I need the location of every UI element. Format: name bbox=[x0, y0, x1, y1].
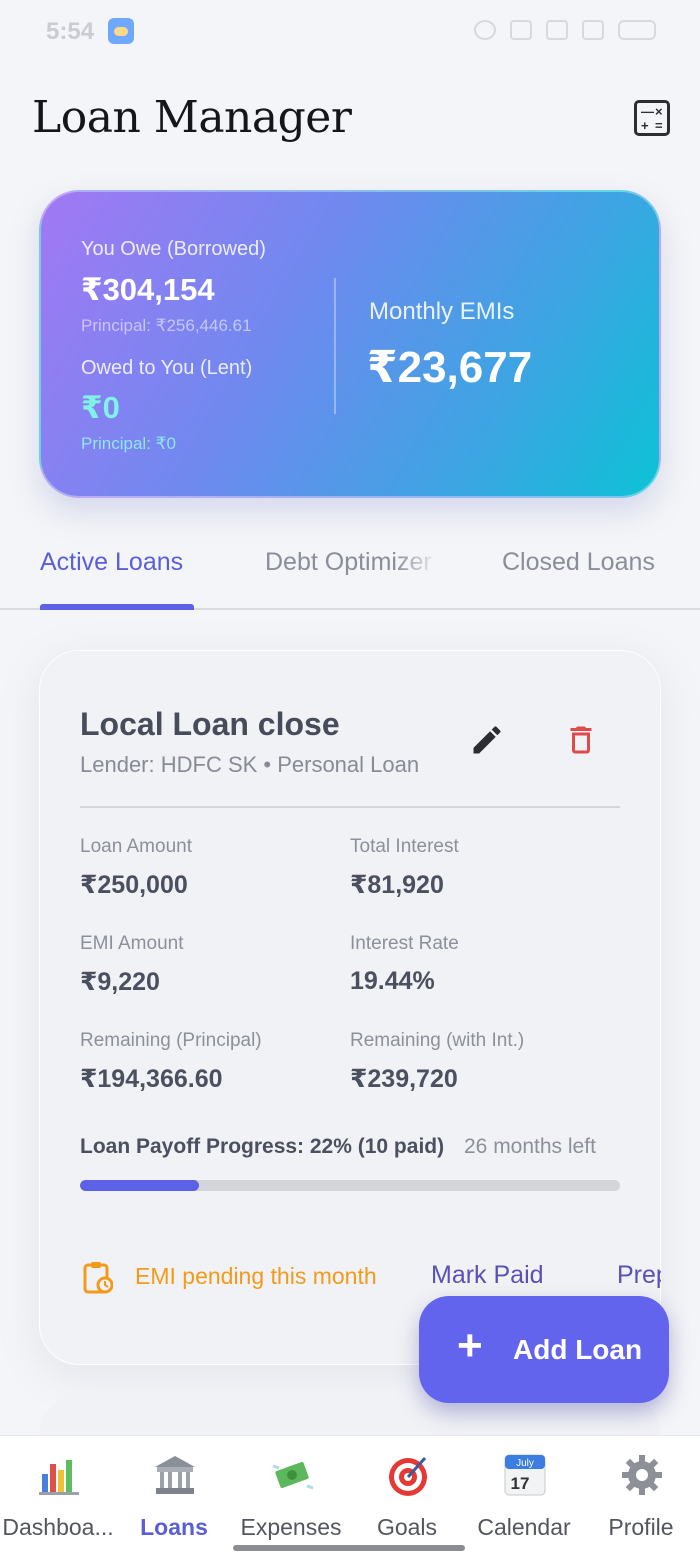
svg-text:17: 17 bbox=[511, 1474, 530, 1493]
bar-chart-icon bbox=[36, 1452, 82, 1498]
nav-calendar[interactable]: July 17 Calendar bbox=[466, 1436, 582, 1556]
emi-amount-label: EMI Amount bbox=[80, 933, 184, 954]
home-indicator bbox=[233, 1545, 465, 1551]
interest-rate-value: 19.44% bbox=[350, 967, 435, 995]
loan-card[interactable]: Local Loan close Lender: HDFC SK • Perso… bbox=[39, 650, 661, 1365]
nav-label-goals: Goals bbox=[376, 1514, 438, 1540]
monthly-emi-label: Monthly EMIs bbox=[369, 298, 515, 325]
lent-principal: Principal: ₹0 bbox=[81, 434, 176, 453]
bottom-nav: Dashboa... Loans Expenses Goals July 17 … bbox=[0, 1435, 700, 1556]
tab-bar: Active Loans Debt Optimizer Closed Loans bbox=[0, 530, 700, 610]
svg-text:July: July bbox=[516, 1458, 534, 1469]
payoff-progress-fill bbox=[80, 1180, 199, 1191]
lent-value: ₹0 bbox=[81, 390, 120, 425]
interest-rate-label: Interest Rate bbox=[350, 933, 459, 954]
calculator-icon[interactable]: — × + = bbox=[634, 100, 670, 136]
weather-icon bbox=[108, 18, 134, 44]
prepay-button[interactable]: Prepay bbox=[617, 1261, 661, 1290]
summary-card: You Owe (Borrowed) ₹304,154 Principal: ₹… bbox=[39, 190, 661, 498]
nav-label-profile: Profile bbox=[608, 1514, 674, 1540]
network-icon bbox=[546, 20, 568, 40]
summary-divider bbox=[334, 278, 336, 414]
loan-title: Local Loan close bbox=[80, 706, 340, 742]
progress-label: Loan Payoff Progress: 22% (10 paid) bbox=[80, 1135, 445, 1158]
months-left: 26 months left bbox=[464, 1135, 596, 1158]
nav-goals[interactable]: Goals bbox=[349, 1436, 465, 1556]
status-time: 5:54 bbox=[46, 18, 95, 45]
target-icon bbox=[385, 1452, 431, 1498]
add-loan-label: Add Loan bbox=[513, 1334, 643, 1365]
loan-amount-label: Loan Amount bbox=[80, 836, 192, 857]
tab-indicator bbox=[40, 604, 194, 610]
bank-icon bbox=[152, 1452, 198, 1498]
lent-label: Owed to You (Lent) bbox=[81, 357, 253, 379]
emi-pending-text: EMI pending this month bbox=[135, 1263, 377, 1289]
nav-loans[interactable]: Loans bbox=[116, 1436, 232, 1556]
status-bar: 5:54 bbox=[0, 0, 700, 62]
nav-profile[interactable]: Profile bbox=[583, 1436, 699, 1556]
plus-icon: + bbox=[457, 1321, 483, 1370]
page-title: Loan Manager bbox=[32, 92, 352, 143]
remaining-principal-label: Remaining (Principal) bbox=[80, 1030, 262, 1051]
nav-label-dashboard: Dashboa... bbox=[2, 1514, 114, 1540]
nav-label-expenses: Expenses bbox=[240, 1514, 342, 1540]
monthly-emi-value: ₹23,677 bbox=[367, 343, 533, 392]
money-icon bbox=[269, 1452, 315, 1498]
remaining-principal-value: ₹194,366.60 bbox=[80, 1065, 223, 1093]
nav-label-loans: Loans bbox=[140, 1514, 208, 1540]
edit-icon[interactable] bbox=[469, 722, 505, 758]
total-interest-label: Total Interest bbox=[350, 836, 459, 857]
total-interest-value: ₹81,920 bbox=[350, 871, 444, 899]
mark-paid-button[interactable]: Mark Paid bbox=[431, 1261, 544, 1290]
alarm-icon bbox=[474, 20, 496, 40]
nav-label-calendar: Calendar bbox=[477, 1514, 571, 1540]
borrowed-value: ₹304,154 bbox=[81, 272, 215, 307]
remaining-with-interest-value: ₹239,720 bbox=[350, 1065, 458, 1093]
tab-active-loans[interactable]: Active Loans bbox=[40, 548, 183, 577]
signal-icon bbox=[510, 20, 532, 40]
calendar-icon: July 17 bbox=[502, 1452, 548, 1498]
tab-fade bbox=[395, 544, 440, 584]
loan-subtitle: Lender: HDFC SK • Personal Loan bbox=[80, 752, 420, 777]
signal-bars-icon bbox=[582, 20, 604, 40]
payoff-progress-bar bbox=[80, 1180, 620, 1191]
clipboard-clock-icon bbox=[83, 1260, 114, 1294]
battery-icon bbox=[618, 20, 656, 40]
nav-dashboard[interactable]: Dashboa... bbox=[0, 1436, 116, 1556]
emi-amount-value: ₹9,220 bbox=[80, 968, 160, 996]
delete-icon[interactable] bbox=[563, 722, 599, 758]
status-icons bbox=[474, 20, 656, 40]
remaining-with-interest-label: Remaining (with Int.) bbox=[350, 1030, 525, 1051]
borrowed-label: You Owe (Borrowed) bbox=[81, 238, 266, 260]
borrowed-principal: Principal: ₹256,446.61 bbox=[81, 316, 252, 335]
card-divider bbox=[80, 806, 620, 808]
gear-icon bbox=[619, 1452, 665, 1498]
nav-expenses[interactable]: Expenses bbox=[233, 1436, 349, 1556]
loan-amount-value: ₹250,000 bbox=[80, 871, 188, 899]
add-loan-button[interactable]: + Add Loan bbox=[419, 1296, 669, 1403]
tab-closed-loans[interactable]: Closed Loans bbox=[502, 548, 655, 577]
